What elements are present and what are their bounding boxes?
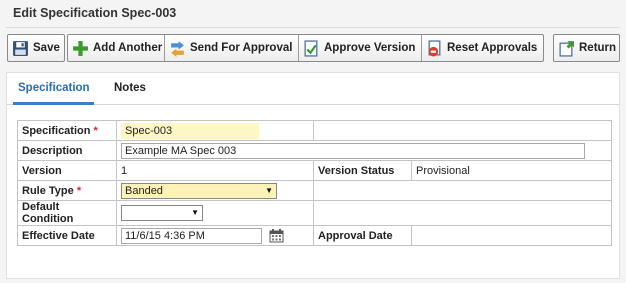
- specification-field[interactable]: Spec-003: [121, 122, 259, 139]
- version-status-label: Version Status: [313, 160, 412, 181]
- return-icon: [559, 40, 574, 57]
- send-for-approval-label: Send For Approval: [190, 42, 293, 54]
- save-icon: [13, 40, 28, 56]
- rule-type-select[interactable]: Banded ▼: [121, 182, 277, 199]
- form-row: Effective Date 11/6/15 4:36 PM Approval …: [17, 225, 612, 246]
- specification-form: Specification * Spec-003 Description Exa…: [17, 120, 612, 246]
- form-row: Version 1 Version Status Provisional: [17, 160, 612, 181]
- send-icon: [171, 40, 184, 57]
- reset-icon: [428, 39, 441, 56]
- form-row: Default Condition ▼: [17, 200, 612, 226]
- chevron-down-icon: ▼: [265, 185, 273, 195]
- add-icon: [73, 40, 88, 56]
- calendar-icon[interactable]: [269, 228, 284, 243]
- version-value: 1: [116, 160, 314, 181]
- rule-type-value: Banded: [125, 184, 163, 197]
- version-label: Version: [17, 160, 117, 181]
- approve-version-label: Approve Version: [324, 42, 416, 54]
- effective-date-field[interactable]: 11/6/15 4:36 PM: [121, 227, 262, 244]
- tab-notes[interactable]: Notes: [114, 82, 146, 94]
- required-mark: *: [93, 124, 98, 137]
- rule-type-label: Rule Type *: [17, 180, 117, 201]
- form-row: Specification * Spec-003: [17, 120, 612, 141]
- form-row: Rule Type * Banded ▼: [17, 180, 612, 201]
- required-mark: *: [76, 184, 82, 197]
- effective-date-label: Effective Date: [17, 225, 117, 246]
- page-title: Edit Specification Spec-003: [13, 6, 177, 20]
- content-panel: Specification Notes Specification * Spec…: [6, 72, 620, 279]
- version-status-value: Provisional: [411, 160, 612, 181]
- reset-approvals-button[interactable]: Reset Approvals: [422, 35, 543, 61]
- approve-version-button[interactable]: Approve Version: [299, 35, 422, 61]
- form-row: Description Example MA Spec 003: [17, 140, 612, 161]
- default-condition-select[interactable]: ▼: [121, 205, 203, 221]
- action-button-group: Add Another Send For Approval Approve Ve…: [67, 34, 544, 62]
- default-condition-label: Default Condition: [17, 200, 117, 226]
- approval-date-value: [411, 225, 612, 246]
- description-label: Description: [17, 140, 117, 161]
- send-for-approval-button[interactable]: Send For Approval: [165, 35, 299, 61]
- approval-date-label: Approval Date: [313, 225, 412, 246]
- return-label: Return: [579, 42, 617, 54]
- chevron-down-icon: ▼: [191, 208, 199, 217]
- add-another-button[interactable]: Add Another: [68, 35, 165, 61]
- active-tab-indicator: [13, 102, 94, 105]
- return-button[interactable]: Return: [553, 34, 620, 62]
- tab-specification[interactable]: Specification: [18, 82, 90, 94]
- specification-label: Specification *: [17, 120, 117, 141]
- tab-bar: Specification Notes: [7, 73, 619, 105]
- title-divider: [6, 27, 620, 28]
- reset-approvals-label: Reset Approvals: [447, 42, 538, 54]
- add-another-label: Add Another: [93, 42, 163, 54]
- approve-icon: [304, 39, 318, 57]
- description-field[interactable]: Example MA Spec 003: [121, 142, 585, 159]
- save-button[interactable]: Save: [7, 34, 65, 62]
- save-label: Save: [33, 42, 60, 54]
